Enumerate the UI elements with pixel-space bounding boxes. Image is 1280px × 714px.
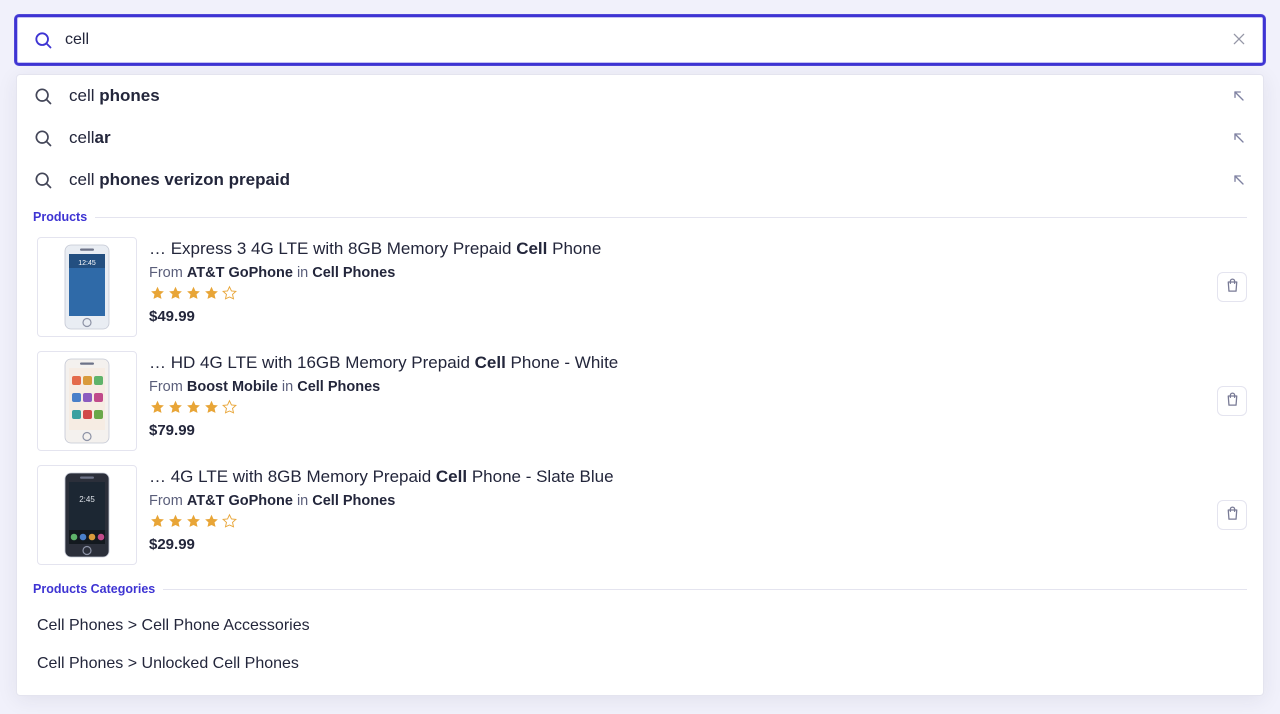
products-header: Products [17,205,1263,229]
divider [163,589,1247,590]
add-to-cart-button[interactable] [1217,500,1247,530]
product-price: $29.99 [149,536,1205,553]
product-thumbnail [37,351,137,451]
categories-header-label: Products Categories [33,582,155,596]
search-input[interactable] [65,31,1219,49]
product-rating [149,513,1205,530]
add-to-cart-button[interactable] [1217,272,1247,302]
svg-text:12:45: 12:45 [78,260,96,267]
search-icon [33,170,53,190]
search-icon [33,30,53,50]
suggestion-text: cell phones verizon prepaid [69,170,1215,190]
product-price: $79.99 [149,422,1205,439]
product-thumbnail: 12:45 [37,237,137,337]
svg-text:2:45: 2:45 [79,495,95,504]
product-body: … HD 4G LTE with 16GB Memory Prepaid Cel… [149,351,1205,439]
shopping-bag-icon [1224,505,1241,525]
product-title: … Express 3 4G LTE with 8GB Memory Prepa… [149,237,1205,261]
shopping-bag-icon [1224,277,1241,297]
autocomplete-panel: cell phones cellar cell phones verizon pre… [16,74,1264,696]
product-title: … 4G LTE with 8GB Memory Prepaid Cell Ph… [149,465,1205,489]
arrow-up-left-icon[interactable] [1231,130,1247,146]
clear-button[interactable] [1231,31,1247,50]
product-item[interactable]: 12:45 … Express 3 4G LTE with 8GB Memory … [17,229,1263,345]
arrow-up-left-icon[interactable] [1231,172,1247,188]
product-source: From AT&T GoPhone in Cell Phones [149,265,1205,281]
product-price: $49.99 [149,308,1205,325]
suggestion-item[interactable]: cellar [17,117,1263,159]
product-title: … HD 4G LTE with 16GB Memory Prepaid Cel… [149,351,1205,375]
category-item[interactable]: Cell Phones > Unlocked Cell Phones [17,645,1263,683]
product-rating [149,399,1205,416]
search-icon [33,128,53,148]
category-item[interactable]: Cell Phones > Cell Phone Accessories [17,607,1263,645]
search-icon [33,86,53,106]
product-thumbnail: 2:45 [37,465,137,565]
suggestion-item[interactable]: cell phones verizon prepaid [17,159,1263,201]
product-body: … 4G LTE with 8GB Memory Prepaid Cell Ph… [149,465,1205,553]
products-header-label: Products [33,210,87,224]
product-source: From Boost Mobile in Cell Phones [149,379,1205,395]
product-source: From AT&T GoPhone in Cell Phones [149,493,1205,509]
suggestion-item[interactable]: cell phones [17,75,1263,117]
categories-header: Products Categories [17,577,1263,601]
shopping-bag-icon [1224,391,1241,411]
search-box[interactable] [16,16,1264,64]
product-rating [149,285,1205,302]
product-item[interactable]: … HD 4G LTE with 16GB Memory Prepaid Cel… [17,345,1263,459]
add-to-cart-button[interactable] [1217,386,1247,416]
suggestion-text: cellar [69,128,1215,148]
close-icon [1231,31,1247,50]
divider [95,217,1247,218]
suggestion-text: cell phones [69,86,1215,106]
product-body: … Express 3 4G LTE with 8GB Memory Prepa… [149,237,1205,325]
product-item[interactable]: 2:45 … 4G LTE with 8GB Memory Prepaid Cel… [17,459,1263,573]
arrow-up-left-icon[interactable] [1231,88,1247,104]
